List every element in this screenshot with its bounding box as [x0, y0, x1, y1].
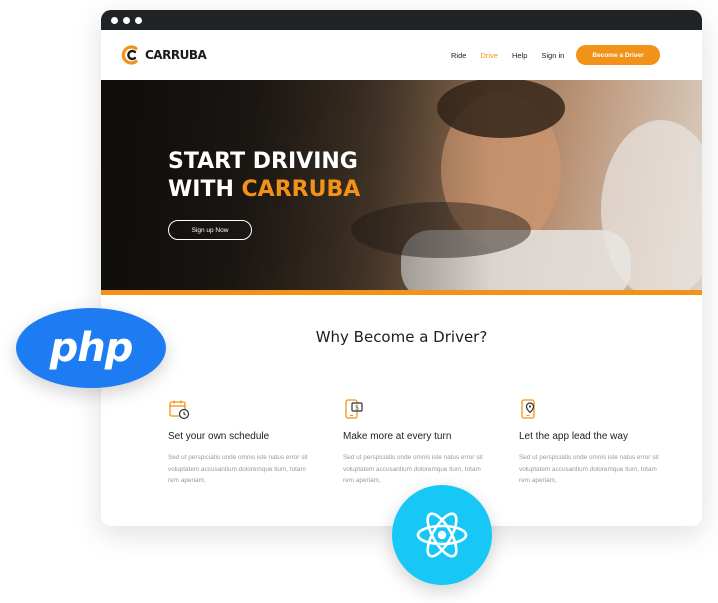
- phone-location-icon: [521, 399, 535, 419]
- feature-title: Make more at every turn: [343, 431, 452, 442]
- feature-text: Sed ut perspiciatis unde omnis iste natu…: [343, 454, 483, 484]
- browser-window: CARRUBA Ride Drive Help Sign in Become a…: [101, 10, 702, 526]
- nav-sign-in[interactable]: Sign in: [541, 51, 564, 60]
- logo-c-icon: [121, 45, 138, 65]
- hero-line-1: START DRIVING: [168, 149, 358, 174]
- hero-accent-bar: [101, 290, 702, 295]
- feature-text: Sed ut perspiciatis unde omnis iste natu…: [519, 454, 659, 484]
- hero-brand-accent: CARRUBA: [241, 177, 361, 202]
- phone-money-icon: $: [345, 399, 363, 419]
- hero-headline: START DRIVING WITH CARRUBA: [168, 148, 360, 204]
- nav-drive[interactable]: Drive: [480, 51, 498, 60]
- feature-navigation: Let the app lead the way Sed ut perspici…: [519, 398, 659, 487]
- hero-line-2: WITH CARRUBA: [168, 176, 360, 204]
- window-dot: [135, 16, 142, 24]
- section-title: Why Become a Driver?: [315, 328, 488, 346]
- window-dot: [123, 16, 130, 24]
- react-logo-badge: [392, 485, 492, 585]
- calendar-clock-icon: [169, 400, 190, 420]
- sign-up-button[interactable]: Sign up Now: [168, 220, 252, 240]
- nav-ride[interactable]: Ride: [451, 51, 466, 60]
- become-driver-button[interactable]: Become a Driver: [576, 45, 660, 65]
- logo-wordmark: CARRUBA: [145, 48, 207, 62]
- feature-text: Sed ut perspiciatis unde omnis iste natu…: [168, 454, 308, 484]
- site-header: CARRUBA Ride Drive Help Sign in Become a…: [101, 30, 702, 80]
- stage: CARRUBA Ride Drive Help Sign in Become a…: [0, 0, 718, 603]
- window-dot: [111, 16, 118, 24]
- main-nav: Ride Drive Help Sign in: [451, 30, 564, 80]
- hero-banner: START DRIVING WITH CARRUBA Sign up Now: [101, 80, 702, 290]
- brand-logo[interactable]: CARRUBA: [121, 44, 207, 66]
- feature-earnings: $ Make more at every turn Sed ut perspic…: [343, 398, 483, 487]
- react-atom-icon: [416, 512, 468, 558]
- feature-schedule: Set your own schedule Sed ut perspiciati…: [168, 398, 308, 487]
- feature-title: Let the app lead the way: [519, 431, 628, 442]
- browser-titlebar: [101, 10, 702, 30]
- php-logo-text: php: [49, 325, 134, 371]
- svg-text:$: $: [355, 405, 359, 412]
- feature-title: Set your own schedule: [168, 431, 270, 442]
- hero-line-2-prefix: WITH: [168, 177, 242, 202]
- php-logo-badge: php: [16, 308, 166, 388]
- nav-help[interactable]: Help: [512, 51, 527, 60]
